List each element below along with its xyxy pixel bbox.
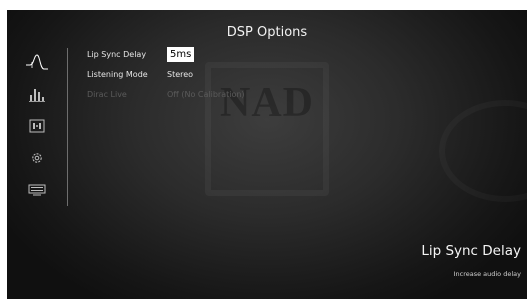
dsp-options-screen: NAD DSP Options Lip Sync Delay 5ms Liste…: [7, 10, 527, 299]
background-watermark-shape: [439, 100, 527, 202]
room-speakers-icon[interactable]: [24, 116, 50, 136]
option-dirac-live: Dirac Live Off (No Calibration): [87, 85, 245, 103]
option-listening-mode[interactable]: Listening Mode Stereo: [87, 65, 193, 83]
nad-watermark-logo: NAD: [205, 62, 329, 196]
option-label: Dirac Live: [87, 89, 127, 99]
speaker-levels-icon[interactable]: [24, 84, 50, 104]
help-title: Lip Sync Delay: [421, 243, 521, 259]
page-title: DSP Options: [226, 25, 308, 40]
audio-curve-icon[interactable]: [24, 52, 50, 72]
lip-sync-value[interactable]: 5ms: [167, 46, 195, 62]
sidebar-divider: [67, 48, 68, 206]
option-label: Lip Sync Delay: [87, 49, 147, 59]
settings-gear-icon[interactable]: [24, 148, 50, 168]
help-description: Increase audio delay: [453, 270, 521, 278]
display-icon[interactable]: [24, 180, 50, 200]
option-label: Listening Mode: [87, 69, 148, 79]
listening-mode-value[interactable]: Stereo: [167, 70, 193, 79]
option-lip-sync-delay[interactable]: Lip Sync Delay 5ms: [87, 45, 195, 63]
dirac-live-value: Off (No Calibration): [167, 89, 245, 99]
